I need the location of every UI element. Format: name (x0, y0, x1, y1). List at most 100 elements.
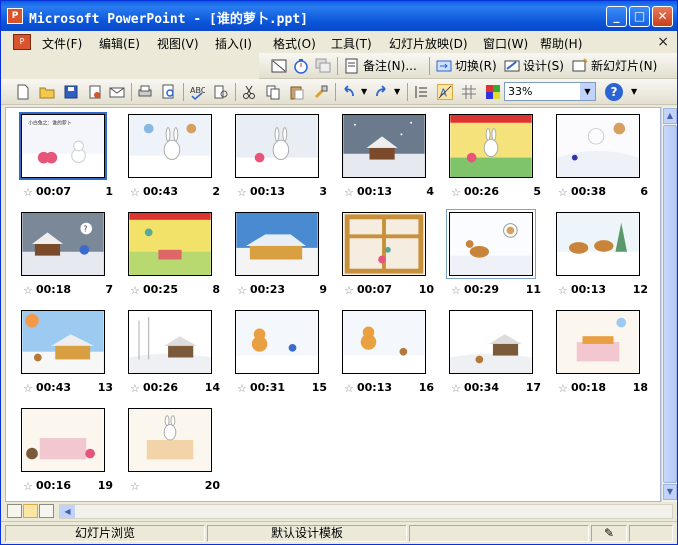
transition-star-icon[interactable]: ☆ (344, 382, 354, 395)
powerpoint-icon[interactable]: P (7, 8, 23, 24)
transition-star-icon[interactable]: ☆ (451, 284, 461, 297)
maximize-button[interactable]: □ (629, 6, 650, 27)
undo-icon[interactable] (341, 84, 357, 100)
grid-icon[interactable] (461, 84, 477, 100)
normal-view-icon[interactable] (7, 504, 22, 518)
design-icon[interactable] (504, 58, 520, 74)
email-icon[interactable] (109, 84, 125, 100)
transition-star-icon[interactable]: ☆ (130, 480, 140, 493)
slide-thumbnail-14[interactable]: ☆ 00:26 14 (113, 310, 223, 397)
document-close-icon[interactable]: × (657, 34, 669, 50)
slide-thumbnail-7[interactable]: ? ☆ 00:18 7 (6, 212, 116, 299)
scroll-thumb[interactable] (663, 125, 677, 483)
menu-view[interactable]: 视图(V) (157, 35, 199, 52)
slide-thumbnail-12[interactable]: ☆ 00:13 12 (541, 212, 651, 299)
scroll-up-icon[interactable]: ▲ (663, 108, 677, 124)
chevron-down-icon[interactable]: ▼ (580, 83, 595, 100)
slide-thumbnail-6[interactable]: ☆ 00:38 6 (541, 114, 651, 201)
rehearse-timings-icon[interactable] (293, 58, 309, 74)
slide-thumbnail-8[interactable]: ☆ 00:25 8 (113, 212, 223, 299)
slide-thumbnail-18[interactable]: ☆ 00:18 18 (541, 310, 651, 397)
format-painter-icon[interactable] (313, 84, 329, 100)
save-icon[interactable] (63, 84, 79, 100)
transition-star-icon[interactable]: ☆ (558, 382, 568, 395)
menu-slideshow[interactable]: 幻灯片放映(D) (389, 35, 468, 52)
vertical-scrollbar[interactable]: ▲ ▼ (661, 107, 677, 502)
scroll-down-icon[interactable]: ▼ (663, 484, 677, 500)
menu-insert[interactable]: 插入(I) (215, 35, 252, 52)
menu-edit[interactable]: 编辑(E) (99, 35, 140, 52)
help-dropdown-icon[interactable]: ▼ (631, 87, 637, 96)
transition-star-icon[interactable]: ☆ (237, 186, 247, 199)
transition-star-icon[interactable]: ☆ (558, 284, 568, 297)
help-icon[interactable]: ? (605, 83, 623, 101)
transition-star-icon[interactable]: ☆ (237, 284, 247, 297)
slide-thumbnail-19[interactable]: ☆ 00:16 19 (6, 408, 116, 495)
transition-star-icon[interactable]: ☆ (451, 186, 461, 199)
slide-thumbnail-4[interactable]: ☆ 00:13 4 (327, 114, 437, 201)
close-button[interactable]: ✕ (652, 6, 673, 27)
permission-icon[interactable] (87, 84, 103, 100)
notes-icon[interactable] (344, 58, 360, 74)
transition-star-icon[interactable]: ☆ (558, 186, 568, 199)
redo-icon[interactable] (373, 84, 389, 100)
slide-thumbnail-11[interactable]: ☆ 00:29 11 (434, 209, 544, 299)
transition-star-icon[interactable]: ☆ (23, 382, 33, 395)
expand-all-icon[interactable] (413, 84, 429, 100)
print-preview-icon[interactable] (161, 84, 177, 100)
slide-thumbnail-13[interactable]: ☆ 00:43 13 (6, 310, 116, 397)
cut-icon[interactable] (241, 84, 257, 100)
summary-slide-icon[interactable] (315, 58, 331, 74)
slide-sorter-pane[interactable]: 小白兔之：谁的萝卜 ☆ 00:07 1 ☆ 00:43 2 ☆ 00:13 3 … (5, 107, 661, 502)
color-grayscale-icon[interactable] (485, 84, 501, 100)
slide-thumbnail-5[interactable]: ☆ 00:26 5 (434, 114, 544, 201)
transition-star-icon[interactable]: ☆ (23, 186, 33, 199)
scroll-left-icon[interactable]: ◀ (60, 505, 75, 518)
menu-format[interactable]: 格式(O) (273, 35, 316, 52)
slide-thumbnail-3[interactable]: ☆ 00:13 3 (220, 114, 330, 201)
slide-thumbnail-10[interactable]: ☆ 00:07 10 (327, 212, 437, 299)
transition-star-icon[interactable]: ☆ (23, 284, 33, 297)
slide-thumbnail-16[interactable]: ☆ 00:13 16 (327, 310, 437, 397)
redo-dropdown-icon[interactable]: ▼ (394, 87, 400, 96)
menu-help[interactable]: 帮助(H) (540, 35, 582, 52)
notes-button[interactable]: 备注(N)... (363, 57, 417, 74)
menu-tools[interactable]: 工具(T) (331, 35, 372, 52)
print-icon[interactable] (137, 84, 153, 100)
title-bar[interactable]: P Microsoft PowerPoint - [谁的萝卜.ppt] _ □ … (1, 1, 677, 31)
transition-star-icon[interactable]: ☆ (130, 284, 140, 297)
transition-star-icon[interactable]: ☆ (451, 382, 461, 395)
new-document-icon[interactable] (15, 84, 31, 100)
spelling-status-icon[interactable]: ✎ (591, 525, 627, 542)
undo-dropdown-icon[interactable]: ▼ (361, 87, 367, 96)
design-button[interactable]: 设计(S) (523, 57, 564, 74)
spelling-icon[interactable]: ABC (189, 84, 205, 100)
transition-star-icon[interactable]: ☆ (237, 382, 247, 395)
document-icon[interactable]: P (13, 34, 31, 50)
slide-thumbnail-17[interactable]: ☆ 00:34 17 (434, 310, 544, 397)
research-icon[interactable] (213, 84, 229, 100)
slide-thumbnail-2[interactable]: ☆ 00:43 2 (113, 114, 223, 201)
minimize-button[interactable]: _ (606, 6, 627, 27)
new-slide-button[interactable]: 新幻灯片(N) (591, 57, 657, 74)
transition-button[interactable]: 切换(R) (455, 57, 497, 74)
show-formatting-icon[interactable]: A (437, 84, 453, 100)
copy-icon[interactable] (265, 84, 281, 100)
new-slide-icon[interactable] (572, 58, 588, 74)
transition-icon[interactable] (436, 58, 452, 74)
transition-star-icon[interactable]: ☆ (344, 186, 354, 199)
menu-file[interactable]: 文件(F) (42, 35, 82, 52)
transition-star-icon[interactable]: ☆ (23, 480, 33, 493)
transition-star-icon[interactable]: ☆ (130, 382, 140, 395)
paste-icon[interactable] (289, 84, 305, 100)
menu-window[interactable]: 窗口(W) (483, 35, 528, 52)
slide-thumbnail-9[interactable]: ☆ 00:23 9 (220, 212, 330, 299)
transition-star-icon[interactable]: ☆ (344, 284, 354, 297)
horizontal-scrollbar[interactable]: ◀ (59, 504, 673, 519)
hide-slide-icon[interactable] (271, 58, 287, 74)
slideshow-view-icon[interactable] (39, 504, 54, 518)
open-folder-icon[interactable] (39, 84, 55, 100)
slide-sorter-view-icon[interactable] (23, 504, 38, 518)
slide-thumbnail-15[interactable]: ☆ 00:31 15 (220, 310, 330, 397)
transition-star-icon[interactable]: ☆ (130, 186, 140, 199)
